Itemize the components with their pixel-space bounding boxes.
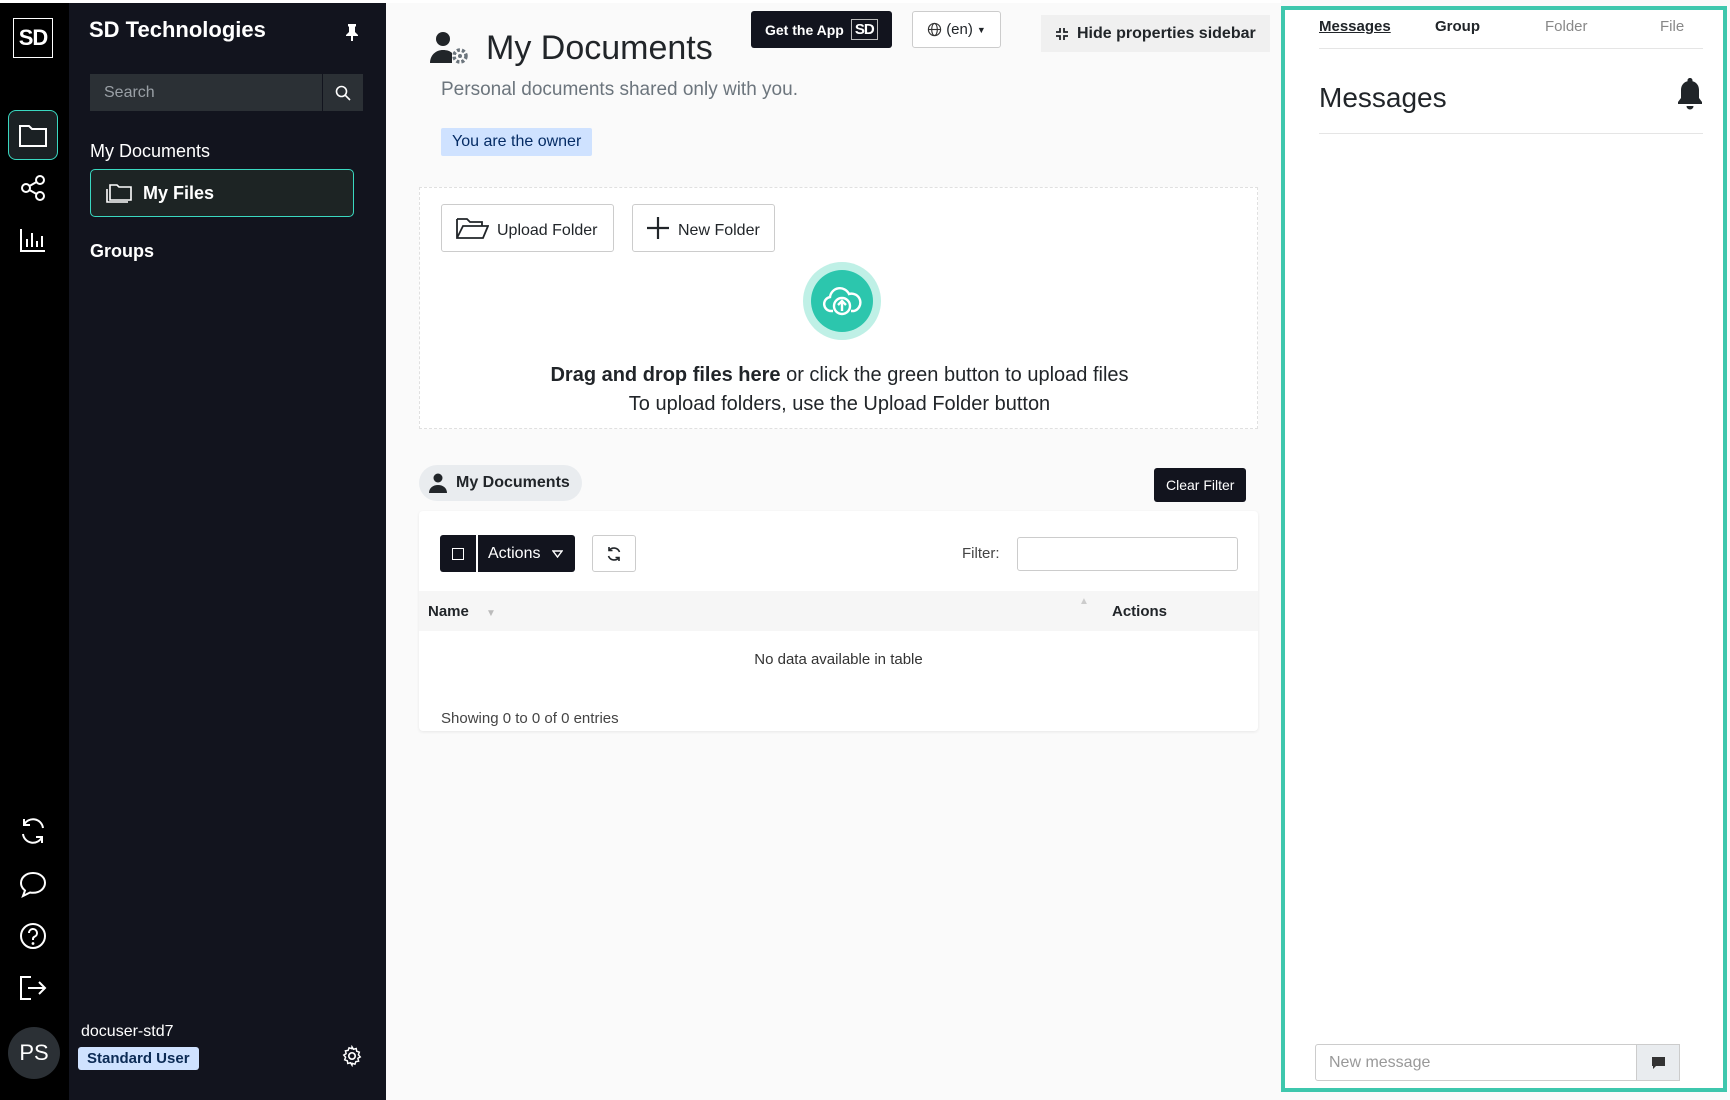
pin-sidebar-button[interactable] [345, 23, 359, 41]
caret-down-icon: ▼ [976, 24, 986, 35]
cloud-upload-icon [822, 287, 862, 316]
actions-label: Actions [488, 544, 541, 562]
refresh-icon [607, 546, 621, 561]
select-all-button[interactable] [440, 535, 476, 572]
chat-button[interactable] [8, 859, 58, 909]
language-dropdown[interactable]: (en) ▼ [912, 11, 1001, 48]
bar-chart-icon [20, 229, 45, 252]
checkbox-icon [452, 547, 464, 560]
pin-icon [346, 24, 358, 41]
app-logo[interactable]: SD [13, 18, 53, 58]
upload-folder-button[interactable]: Upload Folder [441, 204, 614, 252]
search-input[interactable] [90, 74, 322, 111]
language-label: (en) [946, 21, 973, 38]
collapse-icon [1056, 27, 1068, 40]
dropzone-folder-hint: To upload folders, use the Upload Folder… [628, 393, 1051, 415]
user-icon [429, 473, 447, 493]
sync-icon [22, 818, 44, 844]
dropzone-bold: Drag and drop files here [550, 364, 781, 386]
breadcrumb-label: My Documents [456, 474, 570, 491]
share-nav-button[interactable] [8, 163, 58, 213]
user-role-badge: Standard User [78, 1047, 199, 1070]
bell-icon [1678, 78, 1702, 110]
documents-table-card: Actions Filter: Name ▼ ▲ Actions No data… [419, 511, 1258, 731]
sync-button[interactable] [8, 806, 58, 856]
folder-icon [19, 125, 47, 147]
page-title: My Documents [486, 29, 713, 67]
upload-files-button[interactable] [803, 262, 881, 340]
globe-icon [928, 22, 942, 37]
search-button[interactable] [322, 74, 363, 111]
divider [1319, 48, 1703, 49]
dropzone-instructions: Drag and drop files here or click the gr… [420, 364, 1259, 387]
caret-down-icon [552, 549, 564, 558]
user-name: docuser-std7 [81, 1023, 174, 1040]
send-message-button[interactable] [1637, 1044, 1680, 1081]
tab-folder[interactable]: Folder [1545, 18, 1588, 35]
icon-rail: SD PS [0, 0, 69, 1100]
nav-section-my-documents[interactable]: My Documents [90, 141, 210, 162]
sort-asc-icon[interactable]: ▲ [1079, 596, 1089, 607]
column-header-actions: Actions [1112, 603, 1168, 620]
logout-icon [20, 976, 47, 1000]
table-info: Showing 0 to 0 of 0 entries [441, 710, 619, 727]
sd-logo-mini: SD [850, 19, 878, 40]
messages-title: Messages [1319, 82, 1447, 113]
empty-table-message: No data available in table [754, 651, 923, 668]
plus-icon [647, 217, 669, 239]
nav-item-my-files[interactable]: My Files [90, 169, 354, 217]
get-app-button[interactable]: Get the App SD [751, 11, 892, 48]
nav-item-label: My Files [143, 182, 215, 203]
send-message-icon [1651, 1056, 1665, 1069]
folders-icon [106, 184, 132, 203]
help-icon [20, 923, 46, 949]
divider [1319, 133, 1703, 134]
search-icon [335, 85, 351, 101]
new-folder-label: New Folder [678, 222, 760, 239]
upload-dropzone[interactable]: Upload Folder New Folder Drag and drop f… [419, 187, 1258, 429]
avatar[interactable]: PS [8, 1027, 60, 1079]
upload-folder-label: Upload Folder [497, 222, 598, 239]
user-settings-button[interactable] [341, 1045, 363, 1067]
dropzone-rest: or click the green button to upload file… [780, 364, 1129, 386]
documents-nav-button[interactable] [8, 110, 58, 160]
clear-filter-button[interactable]: Clear Filter [1154, 468, 1247, 502]
tab-messages[interactable]: Messages [1319, 18, 1391, 35]
notifications-button[interactable] [1675, 76, 1705, 110]
hide-properties-sidebar-button[interactable]: Hide properties sidebar [1041, 15, 1270, 52]
tab-group[interactable]: Group [1435, 18, 1480, 35]
reports-nav-button[interactable] [8, 215, 58, 265]
breadcrumb[interactable]: My Documents [419, 465, 582, 501]
filter-label: Filter: [962, 545, 1000, 562]
refresh-button[interactable] [592, 535, 636, 572]
help-button[interactable] [8, 911, 58, 961]
nav-search [90, 74, 363, 111]
brand-name: SD Technologies [89, 17, 266, 42]
tab-file[interactable]: File [1660, 18, 1684, 35]
user-settings-icon [429, 30, 471, 66]
hide-properties-label: Hide properties sidebar [1077, 24, 1256, 42]
new-message-input[interactable] [1315, 1044, 1637, 1081]
share-icon [21, 175, 45, 201]
actions-dropdown[interactable]: Actions [478, 535, 575, 572]
logout-button[interactable] [8, 963, 58, 1013]
column-header-name[interactable]: Name [428, 603, 469, 620]
owner-badge: You are the owner [441, 128, 593, 156]
gear-icon [342, 1045, 362, 1067]
properties-sidebar: Messages Group Folder File Messages [1281, 6, 1727, 1092]
chat-bubble-icon [19, 871, 47, 898]
table-header: Name ▼ ▲ Actions [419, 591, 1258, 631]
open-folder-icon [456, 218, 489, 239]
page-subtitle: Personal documents shared only with you. [441, 79, 798, 100]
sort-desc-icon[interactable]: ▼ [486, 608, 496, 619]
main-content: My Documents Personal documents shared o… [386, 0, 1281, 1100]
get-app-label: Get the App [765, 21, 844, 38]
new-folder-button[interactable]: New Folder [632, 204, 775, 252]
filter-input[interactable] [1017, 537, 1238, 571]
nav-section-groups[interactable]: Groups [90, 241, 154, 262]
nav-sidebar: SD Technologies My Documents My Files Gr… [69, 0, 386, 1100]
